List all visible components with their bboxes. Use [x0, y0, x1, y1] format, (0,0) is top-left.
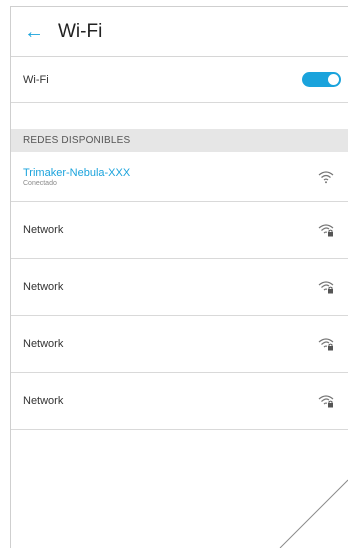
wifi-lock-icon — [318, 224, 334, 237]
page-curl-decoration — [279, 479, 348, 548]
wifi-lock-icon — [318, 338, 334, 351]
header: ← Wi-Fi — [11, 7, 348, 57]
section-header-available-networks: REDES DISPONIBLES — [11, 129, 348, 152]
network-name: Network — [23, 281, 64, 293]
network-name: Network — [23, 395, 64, 407]
network-status: Conectado — [23, 179, 57, 187]
network-name: Network — [23, 338, 64, 350]
network-name: Trimaker-Nebula-XXX — [23, 166, 131, 179]
network-item[interactable]: Network — [11, 259, 348, 316]
toggle-knob — [328, 74, 339, 85]
network-item[interactable]: Network — [11, 316, 348, 373]
wifi-icon — [318, 170, 334, 183]
wifi-toggle-switch[interactable] — [302, 72, 341, 87]
network-item[interactable]: Network — [11, 373, 348, 430]
wifi-lock-icon — [318, 281, 334, 294]
wifi-lock-icon — [318, 395, 334, 408]
wifi-settings-screen: ← Wi-Fi Wi-Fi REDES DISPONIBLES Trimaker… — [10, 6, 348, 548]
wifi-toggle-row: Wi-Fi — [11, 57, 348, 103]
arrow-left-icon[interactable]: ← — [24, 22, 44, 42]
wifi-toggle-label: Wi-Fi — [23, 73, 49, 86]
network-text: Trimaker-Nebula-XXX Conectado — [23, 167, 130, 187]
network-name: Network — [23, 224, 64, 236]
network-item-connected[interactable]: Trimaker-Nebula-XXX Conectado — [11, 152, 348, 202]
page-title: Wi-Fi — [58, 20, 103, 42]
network-item[interactable]: Network — [11, 202, 348, 259]
